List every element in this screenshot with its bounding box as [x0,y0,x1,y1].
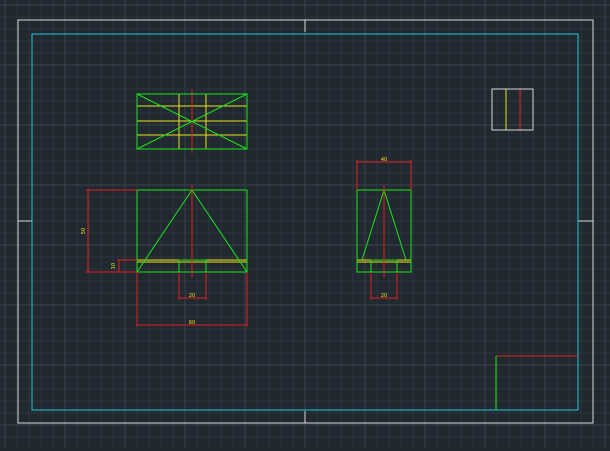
dim-front-height: 50 [81,228,87,234]
dim-side-top-width: 40 [381,157,387,163]
front-view-dimensions[interactable] [86,189,248,327]
title-block[interactable] [495,355,578,410]
front-view[interactable] [136,185,248,277]
front-view-dimension-labels: 50 10 20 60 [81,228,195,326]
background-grid [0,0,610,447]
dim-front-slot-width: 20 [189,293,195,299]
cad-model-space[interactable]: 50 10 20 60 40 20 [0,0,610,447]
dim-side-slot-width: 20 [381,293,387,299]
drawing-canvas[interactable]: 50 10 20 60 40 20 [0,0,610,447]
dim-front-base-step: 10 [111,263,117,269]
layer-swatch-icon[interactable] [491,88,534,131]
dim-front-total-width: 60 [189,320,195,326]
top-view[interactable] [136,90,248,153]
